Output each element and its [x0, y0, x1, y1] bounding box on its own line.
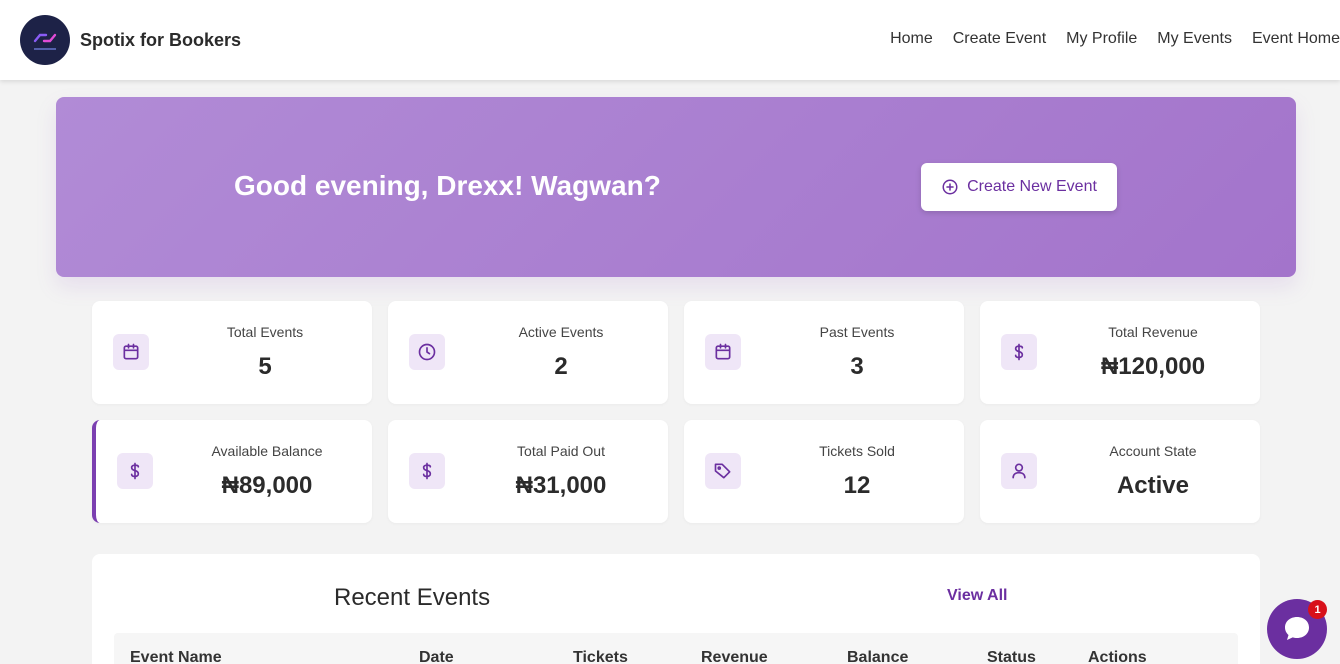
calendar-icon — [113, 334, 149, 370]
tag-icon — [705, 453, 741, 489]
stat-card-total-paid-out: Total Paid Out ₦31,000 — [388, 420, 668, 523]
stat-value: Active — [1116, 472, 1190, 499]
nav-event-home[interactable]: Event Home — [1252, 30, 1340, 48]
logo-glyph — [33, 33, 57, 42]
column-header-balance[interactable]: Balance — [847, 649, 908, 664]
nav-create-event[interactable]: Create Event — [953, 30, 1046, 48]
stat-label: Total Paid Out — [517, 443, 605, 459]
stat-value: ₦31,000 — [515, 472, 607, 499]
greeting-text: Good evening, Drexx! Wagwan? — [234, 170, 661, 201]
logo-wordmark-line — [34, 47, 56, 50]
brand-name[interactable]: Spotix for Bookers — [80, 30, 241, 51]
column-header-status[interactable]: Status — [987, 649, 1036, 664]
dollar-icon — [409, 453, 445, 489]
column-header-actions[interactable]: Actions — [1088, 649, 1147, 664]
stat-label: Account State — [1109, 443, 1197, 459]
stat-label: Total Revenue — [1108, 324, 1198, 340]
spotix-logo-icon[interactable] — [20, 15, 70, 65]
column-header-tickets[interactable]: Tickets — [573, 649, 628, 664]
stat-label: Available Balance — [211, 443, 323, 459]
nav-my-profile[interactable]: My Profile — [1066, 30, 1137, 48]
stat-value: ₦89,000 — [221, 472, 313, 499]
chat-bubble-icon — [1285, 617, 1309, 640]
stat-value: 3 — [850, 353, 864, 380]
column-header-event-name[interactable]: Event Name — [130, 649, 222, 664]
view-all-link[interactable]: View All — [947, 587, 1007, 605]
stat-label: Past Events — [819, 324, 895, 340]
column-header-date[interactable]: Date — [419, 649, 454, 664]
stat-label: Active Events — [518, 324, 604, 340]
plus-circle-icon — [942, 179, 958, 195]
welcome-banner: Good evening, Drexx! Wagwan? Create New … — [56, 97, 1296, 277]
calendar-icon — [705, 334, 741, 370]
user-icon — [1001, 453, 1037, 489]
stat-card-total-events: Total Events 5 — [92, 301, 372, 404]
recent-events-title: Recent Events — [334, 584, 491, 611]
column-header-revenue[interactable]: Revenue — [701, 649, 768, 664]
nav-home[interactable]: Home — [890, 30, 933, 48]
top-navbar: Spotix for Bookers Home Create Event My … — [0, 0, 1340, 80]
stat-card-total-revenue: Total Revenue ₦120,000 — [980, 301, 1260, 404]
main-nav: Home Create Event My Profile My Events E… — [890, 30, 1340, 48]
stat-value: ₦120,000 — [1100, 353, 1206, 380]
stat-card-account-state: Account State Active — [980, 420, 1260, 523]
stat-label: Total Events — [226, 324, 304, 340]
stat-value: 5 — [258, 353, 272, 380]
create-new-event-label: Create New Event — [967, 178, 1097, 195]
stat-card-past-events: Past Events 3 — [684, 301, 964, 404]
recent-events-panel: Recent Events View All Event Name Date T… — [92, 554, 1260, 664]
stat-card-tickets-sold: Tickets Sold 12 — [684, 420, 964, 523]
dollar-icon — [117, 453, 153, 489]
stat-label: Tickets Sold — [819, 443, 895, 459]
create-new-event-button[interactable]: Create New Event — [921, 163, 1117, 211]
stat-value: 12 — [843, 472, 871, 499]
events-table-header: Event Name Date Tickets Revenue Balance … — [114, 633, 1238, 664]
nav-my-events[interactable]: My Events — [1157, 30, 1232, 48]
clock-icon — [409, 334, 445, 370]
stat-card-available-balance: Available Balance ₦89,000 — [92, 420, 372, 523]
chat-notification-badge: 1 — [1308, 600, 1327, 619]
dollar-icon — [1001, 334, 1037, 370]
stat-value: 2 — [554, 353, 568, 380]
stat-card-active-events: Active Events 2 — [388, 301, 668, 404]
